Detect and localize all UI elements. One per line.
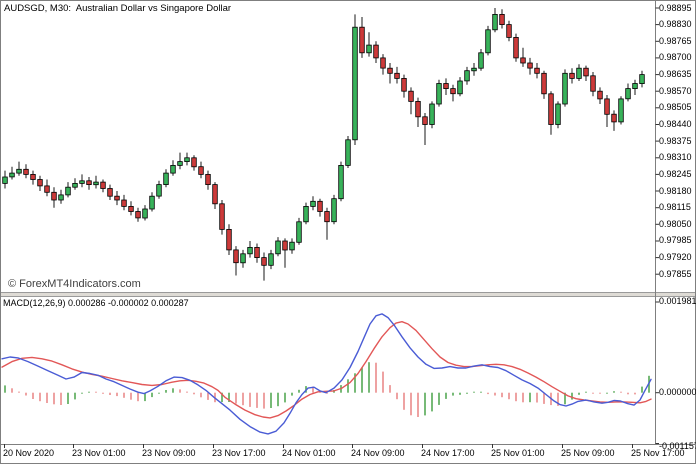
macd-axis-label: 0.000000 bbox=[659, 388, 696, 397]
time-axis-label: 24 Nov 17:00 bbox=[421, 449, 475, 458]
price-axis-label: 0.98570 bbox=[659, 87, 692, 96]
price-axis-label: 0.98440 bbox=[659, 120, 692, 129]
macd-axis-label: 0.001981 bbox=[659, 297, 696, 306]
price-axis-label: 0.97920 bbox=[659, 253, 692, 262]
price-axis-label: 0.98635 bbox=[659, 70, 692, 79]
price-axis-label: 0.97855 bbox=[659, 270, 692, 279]
price-axis-label: 0.98375 bbox=[659, 137, 692, 146]
price-axis-label: 0.98245 bbox=[659, 170, 692, 179]
price-axis-label: 0.98895 bbox=[659, 4, 692, 13]
price-axis-label: 0.98830 bbox=[659, 20, 692, 29]
time-axis-label: 24 Nov 01:00 bbox=[282, 449, 336, 458]
chart-title: AUDSGD, M30: Australian Dollar vs Singap… bbox=[4, 3, 231, 14]
time-axis-label: 24 Nov 09:00 bbox=[351, 449, 405, 458]
price-axis-label: 0.98765 bbox=[659, 37, 692, 46]
price-axis-label: 0.98050 bbox=[659, 220, 692, 229]
price-axis-label: 0.98310 bbox=[659, 153, 692, 162]
macd-indicator-label: MACD(12,26,9) 0.000286 -0.000002 0.00028… bbox=[3, 298, 189, 308]
time-axis-label: 23 Nov 09:00 bbox=[142, 449, 196, 458]
price-axis-label: 0.98180 bbox=[659, 187, 692, 196]
time-axis-label: 23 Nov 17:00 bbox=[212, 449, 266, 458]
time-axis-label: 20 Nov 2020 bbox=[3, 449, 54, 458]
price-axis-label: 0.97985 bbox=[659, 236, 692, 245]
price-axis-label: 0.98505 bbox=[659, 103, 692, 112]
time-axis-label: 25 Nov 01:00 bbox=[491, 449, 545, 458]
chart-canvas[interactable] bbox=[0, 0, 696, 464]
price-axis-label: 0.98115 bbox=[659, 203, 691, 212]
price-axis-label: 0.98700 bbox=[659, 53, 692, 62]
time-axis-label: 23 Nov 01:00 bbox=[72, 449, 126, 458]
time-axis-label: 25 Nov 09:00 bbox=[561, 449, 615, 458]
watermark: © ForexMT4Indicators.com bbox=[8, 278, 141, 290]
chart-window: AUDSGD, M30: Australian Dollar vs Singap… bbox=[0, 0, 696, 464]
time-axis-label: 25 Nov 17:00 bbox=[631, 449, 685, 458]
